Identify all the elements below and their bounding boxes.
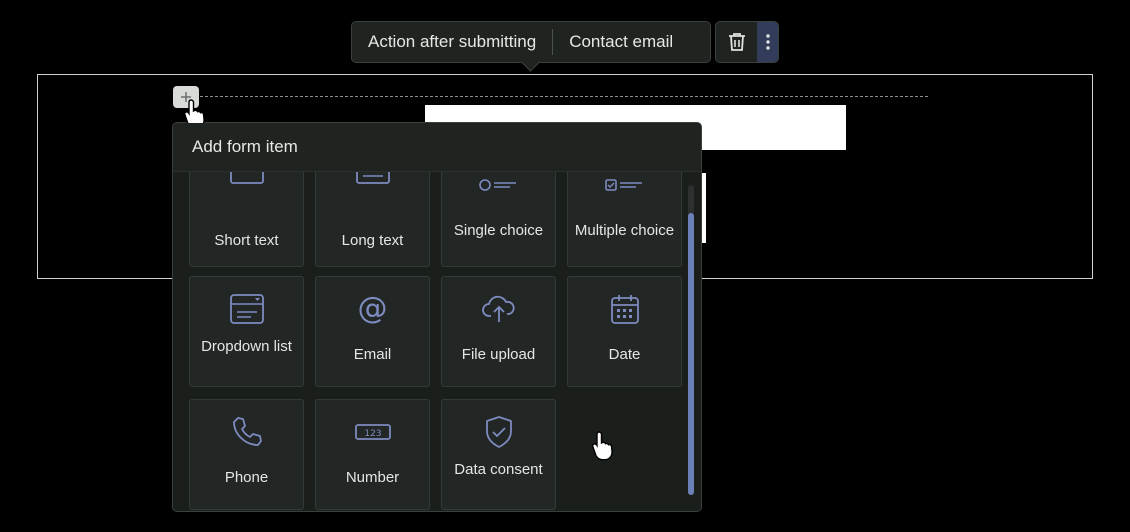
item-dropdown-list[interactable]: Dropdown list	[189, 276, 304, 387]
item-file-upload[interactable]: File upload	[441, 276, 556, 387]
number-icon: 123	[316, 414, 429, 450]
trash-icon	[728, 33, 745, 51]
action-after-submitting-button[interactable]: Action after submitting	[352, 22, 552, 62]
dropdown-list-icon	[190, 291, 303, 327]
phone-icon	[190, 414, 303, 450]
item-date[interactable]: Date	[567, 276, 682, 387]
form-editor-canvas: Action after submitting Contact email Ad…	[0, 0, 1130, 532]
toolbar-actions	[715, 21, 779, 63]
svg-text:123: 123	[364, 429, 381, 439]
item-email[interactable]: @ Email	[315, 276, 430, 387]
more-vertical-icon	[765, 34, 770, 50]
contact-email-button[interactable]: Contact email	[553, 22, 689, 62]
form-item-grid: Short text Long text Single choice Multi…	[189, 156, 685, 511]
scrollbar-thumb[interactable]	[688, 213, 694, 495]
item-single-choice[interactable]: Single choice	[441, 156, 556, 267]
block-toolbar: Action after submitting Contact email	[351, 21, 711, 72]
delete-button[interactable]	[716, 22, 757, 62]
item-data-consent[interactable]: Data consent	[441, 399, 556, 510]
popup-scrollbar[interactable]	[688, 185, 694, 495]
item-long-text[interactable]: Long text	[315, 156, 430, 267]
popup-title: Add form item	[173, 123, 701, 172]
more-options-button[interactable]	[757, 22, 778, 62]
multiple-choice-icon	[568, 167, 681, 203]
insert-line	[200, 96, 928, 97]
add-item-handle[interactable]	[173, 86, 199, 108]
item-multiple-choice[interactable]: Multiple choice	[567, 156, 682, 267]
item-short-text[interactable]: Short text	[189, 156, 304, 267]
shield-check-icon	[442, 414, 555, 450]
calendar-icon	[568, 291, 681, 327]
item-phone[interactable]: Phone	[189, 399, 304, 510]
single-choice-icon	[442, 167, 555, 203]
add-form-item-popup: Add form item Short text Long text Singl…	[172, 122, 702, 512]
at-icon: @	[357, 291, 388, 326]
plus-icon	[181, 92, 191, 102]
item-number[interactable]: 123 Number	[315, 399, 430, 510]
cloud-upload-icon	[442, 291, 555, 327]
